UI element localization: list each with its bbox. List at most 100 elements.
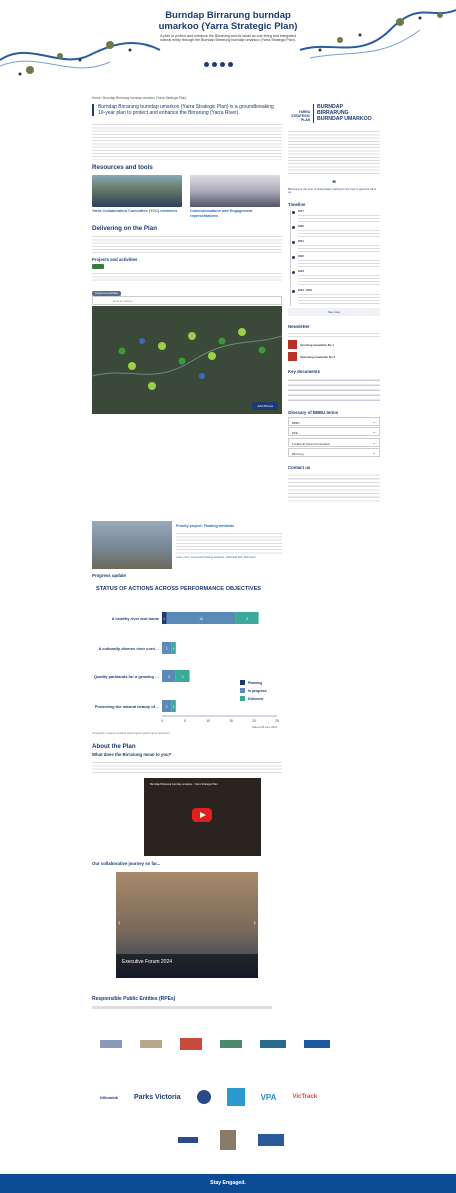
intro-body-text [92,122,282,161]
facebook-icon[interactable] [204,62,209,67]
card-label[interactable]: Yarra Collaboration Committee (YCC) memb… [92,209,182,214]
logo [220,1040,242,1048]
category-label: A culturally diverse river corri… [98,646,159,651]
chevron-left-icon[interactable]: ‹ [118,920,120,927]
footer-banner[interactable]: Stay Engaged. [0,1174,456,1193]
timeline-item: 2020 [291,225,380,239]
newsletter-heading: Newsletter [288,324,310,330]
data-label: 2 [166,705,168,709]
email-icon[interactable] [220,62,225,67]
newsletter-text [288,331,380,338]
priority-link[interactable]: Learn more: Community floating wetlands … [176,556,282,559]
plan-logo: YARRA STRATEGIC PLAN BURNDAP BIRRARUNG B… [291,104,372,123]
see-more-button[interactable]: See more [288,308,380,317]
logo: Parks Victoria [134,1093,181,1101]
keydocs-heading: Key documents [288,369,320,375]
map-search-input[interactable]: Enter an address [92,296,282,305]
glossary-item[interactable]: Traditional Owners/Custodians [288,437,380,447]
data-label: 1 [163,617,165,621]
comms-photo [190,175,280,208]
logo [178,1137,198,1143]
projects-text [92,270,282,281]
chevron-right-icon[interactable]: › [254,920,256,927]
journey-carousel[interactable]: Executive Forum 2024 ‹ › [116,872,258,978]
legend-label: Delivered [248,697,263,701]
about-text [92,760,282,774]
card-comms[interactable]: Communications and Engagement representa… [190,175,280,218]
rpe-heading: Responsible Public Entities (RPEs) [92,996,176,1002]
priority-text [176,530,282,555]
priority-title[interactable]: Priority project: Floating wetlands [176,524,282,529]
timeline-item: 2023 [291,270,380,288]
logo [258,1134,284,1146]
projects-heading: Projects and activities [92,256,138,262]
resource-cards: Yarra Collaboration Committee (YCC) memb… [92,175,282,218]
glossary-item[interactable]: RPE [288,427,380,437]
hero-banner: Burndap Birrarung burndap umarkoo (Yarra… [0,0,456,92]
tick-label: 0 [161,719,163,723]
timeline-heading: Timeline [288,202,306,208]
legend-label: Planning [248,681,262,685]
tick-label: 10 [206,719,210,723]
logo: Nillumbik [100,1094,119,1100]
timeline-item: 2017 [291,210,380,224]
legend-label: In progress [248,689,267,693]
legend-swatch [240,680,245,685]
timeline-item: 2024 - 2034 [291,289,380,307]
delivering-text [92,233,282,254]
sidebar-quote: Birrarung is the river of living water. … [288,186,377,195]
category-label: A healthy river and lands [112,616,160,621]
chart-footnote: Infographic: progress towards achieving … [92,732,170,735]
link-icon[interactable] [228,62,233,67]
journey-heading: Our collaborative journey so far... [92,861,161,866]
timeline: 2017 2020 2021 2022 2023 2024 - 2034 [290,210,380,307]
logo [180,1038,202,1050]
logo [226,1088,245,1106]
logo [304,1040,330,1048]
progress-heading: Progress update [92,573,126,578]
breadcrumb[interactable]: Home / Burndap Birrarung burndap umarkoo… [92,96,186,100]
card-ycc[interactable]: Yarra Collaboration Committee (YCC) memb… [92,175,182,218]
logo [196,1090,211,1104]
intro-text: Burndap Birrarung burndap umarkoo (Yarra… [92,104,280,117]
timeline-item: 2021 [291,240,380,254]
add-photos-button[interactable]: Add Photos [252,402,278,410]
data-label: 5 [246,617,248,621]
newsletter-item[interactable]: Incoming newsletter No 1 [288,340,380,350]
about-heading: About the Plan [92,743,136,750]
glossary-item[interactable]: Birrarung [288,448,380,458]
data-label: 3 [168,675,170,679]
logo [220,1130,236,1150]
main-column: Burndap Birrarung burndap umarkoo (Yarra… [92,104,282,299]
card-label[interactable]: Communications and Engagement representa… [190,209,280,218]
category-label: Protecting the natural beauty of… [95,704,159,709]
hero-subtitle: A plan to protect and enhance the Birrar… [160,34,296,43]
wetlands-photo [92,521,172,569]
sidebar: YARRA STRATEGIC PLAN BURNDAP BIRRARUNG B… [288,104,380,503]
projects-button[interactable]: Projects and activities [92,290,122,296]
logo [140,1040,162,1048]
about-subheading: What does the Birrarung mean to you? [92,752,172,757]
tick-label: 25 [275,719,279,723]
glossary-item[interactable]: BBBU [288,416,380,426]
page-title: Burndap Birrarung burndap umarkoo (Yarra… [158,10,298,32]
contact-heading: Contact us [288,465,311,471]
delivering-heading: Delivering on the Plan [92,224,157,232]
tick-label: 20 [252,719,256,723]
play-icon[interactable] [192,808,212,822]
data-label: 1 [173,647,175,651]
category-label: Quality parklands for a growing … [94,674,159,679]
data-label: 3 [182,675,184,679]
twitter-icon[interactable] [212,62,217,67]
resources-heading: Resources and tools [92,164,153,172]
rpe-text [92,1006,272,1009]
newsletter-item[interactable]: Upcoming newsletter No 2 [288,352,380,362]
rpe-logo-row-1 [100,1034,360,1054]
video-player[interactable]: Burndap Birrarung burndap umarkoo - Yarr… [144,778,261,856]
contact-details [288,472,380,503]
slide-caption: Executive Forum 2024 [122,959,173,965]
chart-note: Data at 30 June 2023 [252,725,277,728]
keydocs-list[interactable] [288,376,380,403]
project-map[interactable]: Add Photos [92,306,282,414]
chart-title: STATUS OF ACTIONS ACROSS PERFORMANCE OBJ… [96,586,262,592]
